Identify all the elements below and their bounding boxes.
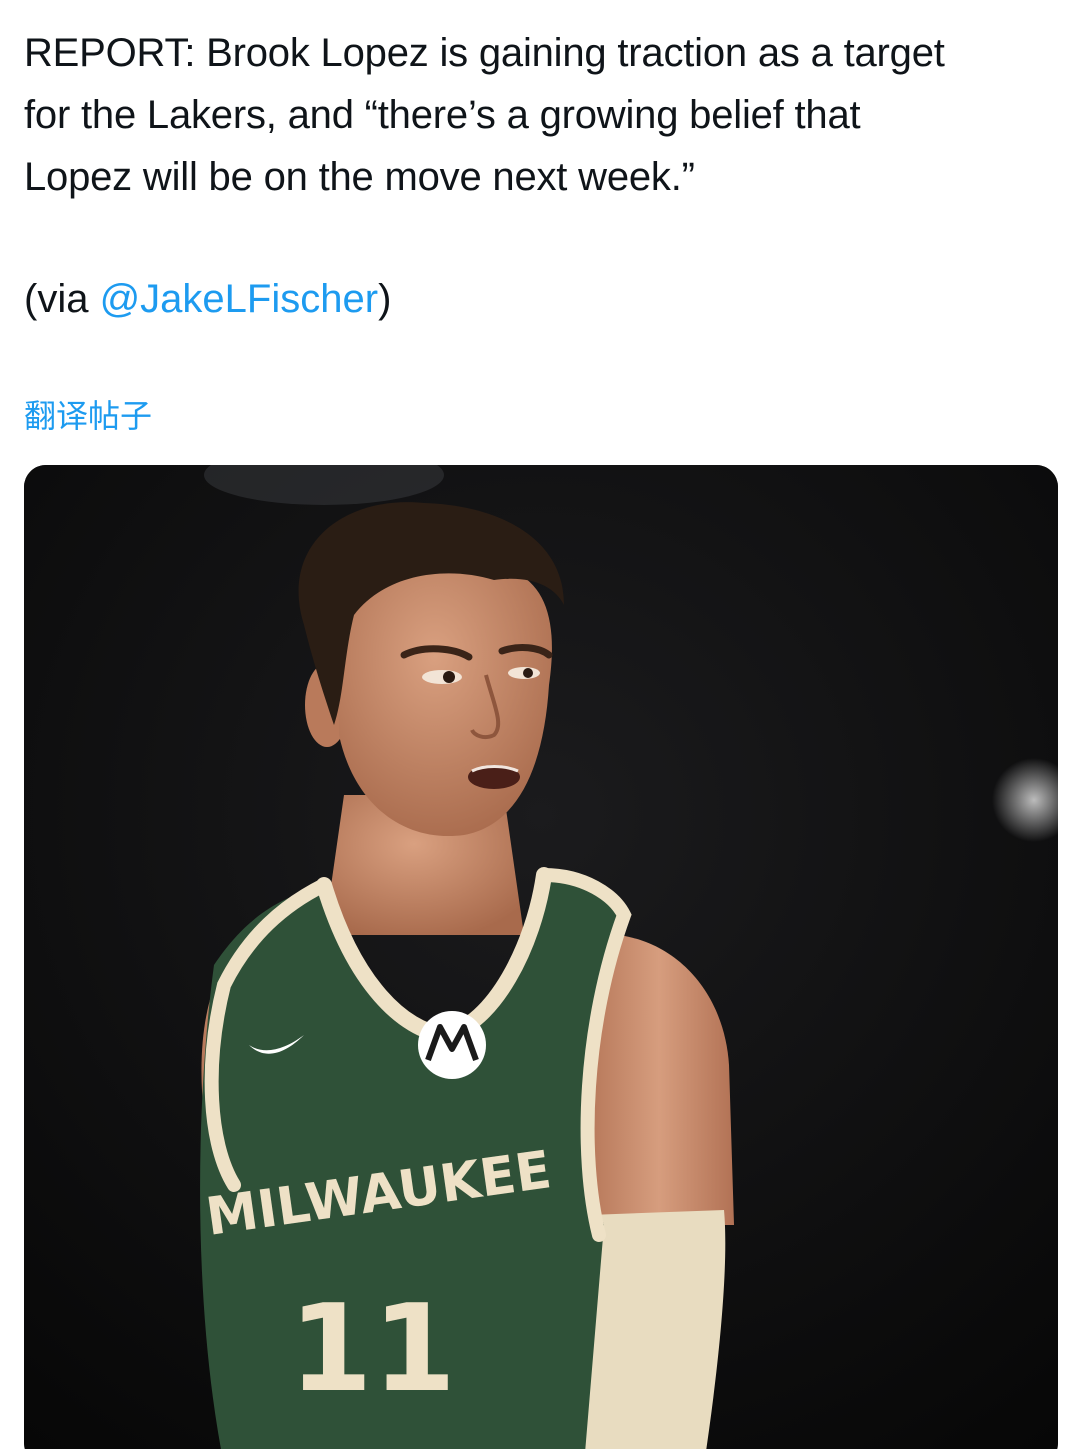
tweet-line-2: for the Lakers, and “there’s a growing b… [24, 93, 861, 137]
tweet-body: REPORT: Brook Lopez is gaining traction … [24, 22, 1064, 208]
mention-link[interactable]: @JakeLFischer [100, 277, 378, 321]
tweet-line-3: Lopez will be on the move next week.” [24, 155, 695, 199]
player-photo: MILWAUKEE 11 [24, 465, 1058, 1449]
tweet-post: REPORT: Brook Lopez is gaining traction … [0, 0, 1080, 1449]
sponsor-patch-icon [418, 1011, 486, 1079]
translate-post-link[interactable]: 翻译帖子 [24, 392, 152, 440]
via-attribution: (via @JakeLFischer) [24, 268, 391, 330]
via-suffix: ) [378, 277, 392, 321]
jersey-number: 11 [289, 1280, 456, 1419]
tweet-line-1: REPORT: Brook Lopez is gaining traction … [24, 31, 945, 75]
via-prefix: (via [24, 277, 100, 321]
tweet-media-image[interactable]: MILWAUKEE 11 [24, 465, 1058, 1449]
